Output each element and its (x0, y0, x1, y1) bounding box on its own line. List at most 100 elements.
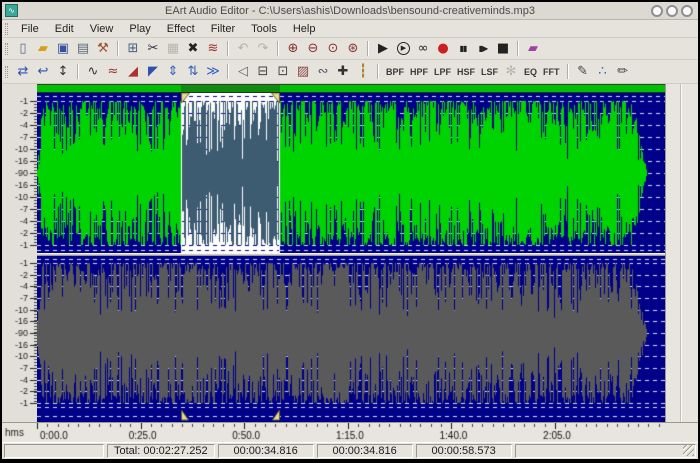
hpf-filter-button[interactable]: HPF (407, 63, 431, 81)
play-button[interactable]: ▶ (373, 40, 393, 58)
menu-item-tools[interactable]: Tools (243, 22, 285, 36)
insert-silence-button[interactable]: ⊟ (253, 63, 273, 81)
spectrum-icon: ∴ (598, 65, 606, 78)
resize-grip[interactable] (683, 445, 694, 456)
loop-play-button[interactable]: ∞ (413, 40, 433, 58)
waveform-channel-1[interactable] (37, 93, 665, 253)
open-file-icon: ▰ (38, 42, 48, 55)
redo-button[interactable]: ↷ (253, 40, 273, 58)
echo-button[interactable]: ≫ (203, 63, 223, 81)
stretch-button[interactable]: ⇕ (163, 63, 183, 81)
fade-out-icon: ◤ (148, 65, 158, 78)
undo-button[interactable]: ↶ (233, 40, 253, 58)
speaker-button[interactable]: ◁ (233, 63, 253, 81)
time-ruler-canvas[interactable] (2, 423, 698, 442)
chorus-button[interactable]: ∾ (313, 63, 333, 81)
zoom-in-icon: ⊕ (288, 42, 299, 55)
status-cursor-position: 00:00:34.816 (317, 444, 413, 458)
cut-button[interactable]: ✂ (143, 40, 163, 58)
new-file-button[interactable]: ▯ (13, 40, 33, 58)
fade-in-button[interactable]: ◢ (123, 63, 143, 81)
copy-button[interactable]: ⊞ (123, 40, 143, 58)
bpf-filter-button[interactable]: BPF (383, 63, 407, 81)
fade-out-button[interactable]: ◤ (143, 63, 163, 81)
lsf-filter-button[interactable]: LSF (478, 63, 501, 81)
toolbar-separator (567, 64, 569, 79)
pause-button[interactable]: ▮▮ (453, 40, 473, 58)
right-panel-groove (680, 84, 682, 422)
channel-swap-icon: ⇄ (18, 65, 29, 78)
mix-button[interactable]: ✚ (333, 63, 353, 81)
spectrum-button[interactable]: ∴ (593, 63, 613, 81)
reverse-button[interactable]: ↩ (33, 63, 53, 81)
draw-wave-button[interactable]: ✏ (613, 63, 633, 81)
channel-levels-button[interactable]: ┇ (353, 63, 373, 81)
toolbar-separator (227, 64, 229, 79)
channel-swap-button[interactable]: ⇄ (13, 63, 33, 81)
zoom-selection-button[interactable]: ⊙ (323, 40, 343, 58)
time-ruler[interactable] (2, 422, 698, 442)
toolbar-separator (77, 64, 79, 79)
envelope-box-button[interactable]: ⊡ (273, 63, 293, 81)
help-button[interactable]: ▰ (523, 40, 543, 58)
file-properties-button[interactable]: ▤ (73, 40, 93, 58)
mix-icon: ✚ (338, 65, 349, 78)
speaker-icon: ◁ (238, 65, 248, 78)
menu-item-help[interactable]: Help (285, 22, 324, 36)
filter-sweep-button[interactable]: ✻ (501, 63, 521, 81)
envelope-button[interactable]: ≈ (103, 63, 123, 81)
close-button[interactable] (681, 5, 693, 17)
copy-icon: ⊞ (128, 42, 139, 55)
save-button[interactable]: ▣ (53, 40, 73, 58)
waveform-channel-2[interactable] (37, 256, 665, 422)
play-from-cursor-button[interactable]: ▮▶ (473, 40, 493, 58)
fft-filter-button[interactable]: FFT (540, 63, 563, 81)
toolbar-effects-gripper (5, 66, 8, 78)
paste-icon: ▦ (167, 42, 179, 55)
hsf-filter-button[interactable]: HSF (454, 63, 478, 81)
status-total-time: Total: 00:02:27.252 (107, 444, 215, 458)
paste-button[interactable]: ▦ (163, 40, 183, 58)
zoom-out-button[interactable]: ⊖ (303, 40, 323, 58)
status-selection-end: 00:00:58.573 (416, 444, 512, 458)
waveform-button[interactable]: ∿ (83, 63, 103, 81)
open-file-button[interactable]: ▰ (33, 40, 53, 58)
menu-item-file[interactable]: File (13, 22, 47, 36)
menu-item-edit[interactable]: Edit (47, 22, 82, 36)
cut-icon: ✂ (148, 42, 159, 55)
cue-editor-button[interactable]: ✎ (573, 63, 593, 81)
zoom-full-button[interactable]: ⊛ (343, 40, 363, 58)
play-all-button[interactable]: ▶ (393, 40, 413, 58)
menu-item-filter[interactable]: Filter (203, 22, 243, 36)
app-window: ∿ EArt Audio Editor - C:\Users\ashis\Dow… (0, 0, 700, 463)
lpf-filter-button[interactable]: LPF (431, 63, 454, 81)
menu-item-play[interactable]: Play (121, 22, 158, 36)
insert-silence-icon: ⊟ (258, 65, 269, 78)
menu-item-view[interactable]: View (82, 22, 122, 36)
edit-tools-icon: ⚒ (97, 42, 109, 55)
toolbar-separator (367, 41, 369, 56)
maximize-button[interactable] (666, 5, 678, 17)
stop-button[interactable]: ■ (493, 40, 513, 58)
zoom-in-button[interactable]: ⊕ (283, 40, 303, 58)
pitch-button[interactable]: ⇅ (183, 63, 203, 81)
record-button[interactable]: ● (433, 40, 453, 58)
save-icon: ▣ (57, 42, 69, 55)
menu-item-effect[interactable]: Effect (159, 22, 203, 36)
delete-button[interactable]: ✖ (183, 40, 203, 58)
toolbar-effects: ⇄ ↩↕ ∿≈◢ ◤ ⇕⇅≫ ◁ ⊟ ⊡▨∾ ✚ ┇ BPFHPFLPFHSFLSF✻EQFFT ✎ ∴… (2, 60, 698, 84)
minimize-button[interactable] (651, 5, 663, 17)
delete-icon: ✖ (188, 42, 199, 55)
undo-icon: ↶ (238, 42, 249, 55)
edit-tools-button[interactable]: ⚒ (93, 40, 113, 58)
trim-selection-button[interactable]: ≋ (203, 40, 223, 58)
menubar-gripper (5, 23, 8, 35)
noise-reduction-button[interactable]: ▨ (293, 63, 313, 81)
db-scale-ruler (2, 84, 37, 422)
overview-selection[interactable] (181, 85, 279, 92)
overview-bar[interactable] (37, 84, 665, 93)
zoom-out-icon: ⊖ (308, 42, 319, 55)
menu-bar: FileEditViewPlayEffectFilterToolsHelp (2, 20, 698, 38)
dc-offset-button[interactable]: ↕ (53, 63, 73, 81)
equalizer-button[interactable]: EQ (521, 63, 540, 81)
